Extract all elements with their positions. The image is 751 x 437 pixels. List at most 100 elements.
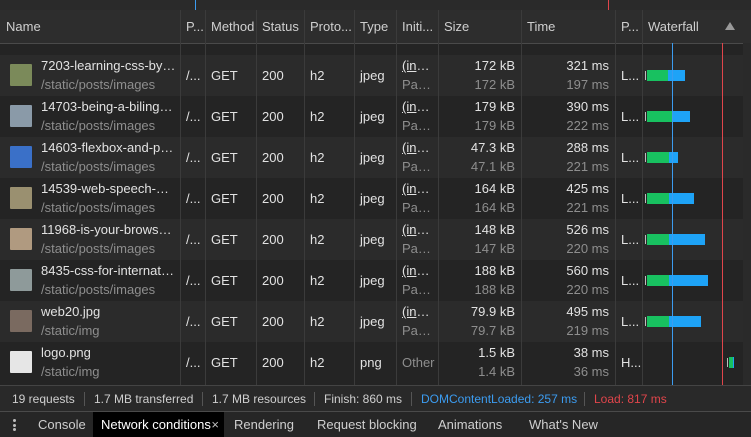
table-row[interactable]: 11968-is-your-browser-... /static/posts/i… bbox=[0, 219, 743, 260]
request-name[interactable]: 11968-is-your-browser-... bbox=[41, 222, 176, 237]
column-header-type[interactable]: Type bbox=[354, 10, 396, 43]
cell-name: web20.jpg/static/img bbox=[0, 301, 180, 342]
column-divider[interactable] bbox=[304, 10, 305, 385]
request-name[interactable]: 14603-flexbox-and-pad... bbox=[41, 140, 176, 155]
initiator-secondary-value: Pars... bbox=[402, 200, 434, 215]
column-header-status[interactable]: Status bbox=[256, 10, 304, 43]
request-name[interactable]: 14539-web-speech-api-... bbox=[41, 181, 176, 196]
column-divider[interactable] bbox=[438, 10, 439, 385]
column-divider[interactable] bbox=[354, 10, 355, 385]
cell-type: jpeg bbox=[360, 150, 385, 165]
cell-type: jpeg bbox=[360, 314, 385, 329]
image-thumbnail-icon bbox=[10, 187, 32, 209]
waterfall-queue-tick bbox=[644, 71, 646, 80]
more-tabs-kebab-icon[interactable] bbox=[13, 419, 16, 431]
tab-network-conditions[interactable]: Network conditions × bbox=[93, 412, 224, 437]
tab-animations[interactable]: Animations bbox=[428, 412, 512, 437]
cell-size: 1.5 kB 1.4 kB bbox=[438, 342, 521, 383]
image-thumbnail-icon bbox=[10, 269, 32, 291]
tab-whats-new[interactable]: What's New bbox=[519, 412, 608, 437]
cell-waterfall bbox=[642, 96, 743, 137]
column-header-priority[interactable]: P... bbox=[615, 10, 642, 43]
cell-name: 14603-flexbox-and-pad... /static/posts/im… bbox=[0, 137, 180, 178]
cell-name: 14703-being-a-bilingual... /static/posts/… bbox=[0, 96, 180, 137]
sort-ascending-icon[interactable] bbox=[725, 22, 735, 30]
column-divider[interactable] bbox=[521, 10, 522, 385]
tab-console[interactable]: Console bbox=[28, 412, 96, 437]
time-secondary-value: 197 ms bbox=[566, 77, 609, 92]
table-row[interactable]: 14703-being-a-bilingual... /static/posts/… bbox=[0, 96, 743, 137]
close-tab-icon[interactable]: × bbox=[211, 412, 219, 437]
request-name[interactable]: logo.png bbox=[41, 345, 176, 360]
cell-initiator: (ind... Pars... bbox=[396, 219, 438, 260]
cell-method: GET bbox=[211, 191, 238, 206]
request-name[interactable]: web20.jpg bbox=[41, 304, 176, 319]
column-header-path[interactable]: P... bbox=[180, 10, 205, 43]
column-divider[interactable] bbox=[256, 10, 257, 385]
table-row[interactable]: 14539-web-speech-api-... /static/posts/im… bbox=[0, 178, 743, 219]
initiator-value[interactable]: (ind... bbox=[402, 222, 434, 237]
waterfall-waiting-bar[interactable] bbox=[646, 234, 670, 245]
cell-method: GET bbox=[211, 273, 238, 288]
waterfall-download-bar[interactable] bbox=[672, 111, 691, 122]
waterfall-waiting-bar[interactable] bbox=[646, 111, 673, 122]
column-divider[interactable] bbox=[396, 10, 397, 385]
waterfall-waiting-bar[interactable] bbox=[646, 316, 670, 327]
initiator-value[interactable]: (ind... bbox=[402, 181, 434, 196]
cell-protocol: h2 bbox=[310, 232, 325, 247]
initiator-value[interactable]: (ind... bbox=[402, 140, 434, 155]
image-thumbnail-icon bbox=[10, 146, 32, 168]
initiator-value[interactable]: (ind... bbox=[402, 304, 434, 319]
table-row[interactable]: 14603-flexbox-and-pad... /static/posts/im… bbox=[0, 137, 743, 178]
time-secondary-value: 221 ms bbox=[566, 200, 609, 215]
column-header-size[interactable]: Size bbox=[438, 10, 521, 43]
time-value: 288 ms bbox=[566, 140, 609, 155]
column-header-time[interactable]: Time bbox=[521, 10, 615, 43]
initiator-value[interactable]: (ind... bbox=[402, 263, 434, 278]
request-name[interactable]: 8435-css-for-internatio... bbox=[41, 263, 176, 278]
initiator-value[interactable]: (ind... bbox=[402, 58, 434, 73]
cell-priority: L... bbox=[621, 232, 640, 247]
table-row[interactable]: web20.jpg/static/img /... GET 200 h2 jpeg (ind… bbox=[0, 301, 743, 342]
waterfall-download-bar[interactable] bbox=[669, 316, 702, 327]
column-header-initiator[interactable]: Initi... bbox=[396, 10, 438, 43]
column-header-name[interactable]: Name bbox=[0, 10, 180, 43]
cell-time: 425 ms 221 ms bbox=[521, 178, 615, 219]
cell-type: jpeg bbox=[360, 232, 385, 247]
table-row[interactable]: logo.png/static/img/... GET 200 h2 png Other 1… bbox=[0, 342, 743, 383]
cell-type: jpeg bbox=[360, 109, 385, 124]
table-row[interactable]: 7203-learning-css-by-re... /static/posts/… bbox=[0, 55, 743, 96]
column-divider[interactable] bbox=[615, 10, 616, 385]
initiator-value[interactable]: (ind... bbox=[402, 99, 434, 114]
column-header-protocol[interactable]: Proto... bbox=[304, 10, 354, 43]
time-value: 321 ms bbox=[566, 58, 609, 73]
tab-request-blocking[interactable]: Request blocking bbox=[307, 412, 427, 437]
request-path: /static/img bbox=[41, 323, 100, 338]
waterfall-download-bar[interactable] bbox=[669, 275, 708, 286]
waterfall-waiting-bar[interactable] bbox=[646, 70, 669, 81]
waterfall-download-bar[interactable] bbox=[668, 70, 685, 81]
overview-load-marker bbox=[608, 0, 609, 10]
waterfall-download-bar[interactable] bbox=[669, 234, 706, 245]
column-header-method[interactable]: Method bbox=[205, 10, 256, 43]
size-secondary-value: 147 kB bbox=[474, 241, 515, 256]
request-name[interactable]: 7203-learning-css-by-re... bbox=[41, 58, 176, 73]
waterfall-download-bar[interactable] bbox=[733, 357, 735, 368]
request-name[interactable]: 14703-being-a-bilingual... bbox=[41, 99, 176, 114]
cell-waterfall bbox=[642, 219, 743, 260]
table-row[interactable]: 8435-css-for-internatio... /static/posts/… bbox=[0, 260, 743, 301]
column-divider[interactable] bbox=[205, 10, 206, 385]
network-table: /static/posts/imagesPars...211 kB125 ms7… bbox=[0, 10, 751, 385]
waterfall-waiting-bar[interactable] bbox=[646, 152, 670, 163]
tab-rendering[interactable]: Rendering bbox=[224, 412, 304, 437]
column-divider[interactable] bbox=[642, 10, 643, 385]
waterfall-queue-tick bbox=[644, 153, 646, 162]
summary-divider bbox=[584, 392, 585, 406]
column-divider[interactable] bbox=[180, 10, 181, 385]
cell-time: 288 ms 221 ms bbox=[521, 137, 615, 178]
waterfall-waiting-bar[interactable] bbox=[646, 275, 670, 286]
table-scrollbar[interactable] bbox=[743, 43, 751, 385]
cell-protocol: h2 bbox=[310, 68, 325, 83]
waterfall-download-bar[interactable] bbox=[669, 152, 678, 163]
waterfall-waiting-bar[interactable] bbox=[646, 193, 670, 204]
